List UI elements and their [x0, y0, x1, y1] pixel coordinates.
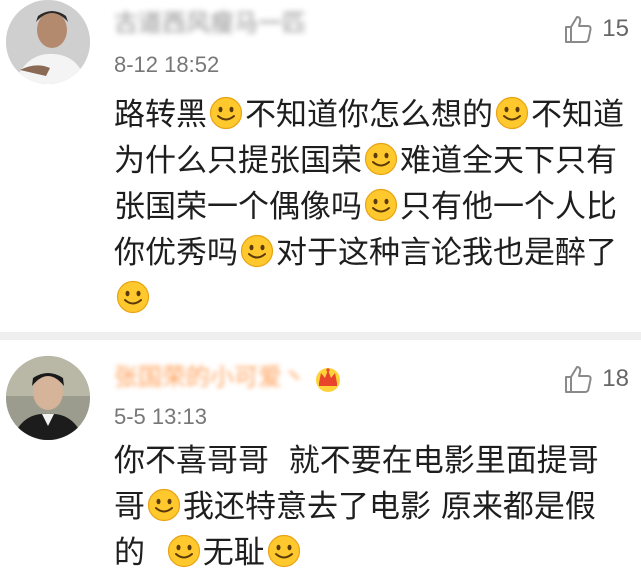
like-count: 18: [602, 365, 629, 392]
like-count: 15: [602, 15, 629, 42]
comment-item: 古道西风瘦马一匹 8-12 18:52 15 路转黑 不知道你怎么想的 不知道为什么…: [0, 0, 641, 332]
smile-emoji-icon: [495, 96, 529, 130]
smile-emoji-icon: [267, 534, 301, 568]
comment-text: 你不喜哥哥 就不要在电影里面提哥哥 我还特意去了电影 原来都是假的 无耻: [114, 438, 624, 576]
smile-emoji-icon: [209, 96, 243, 130]
avatar[interactable]: [6, 0, 90, 84]
comment-text-segment: 无耻: [202, 535, 265, 571]
avatar[interactable]: [6, 356, 90, 440]
smile-emoji-icon: [167, 534, 201, 568]
timestamp: 5-5 13:13: [114, 404, 207, 429]
comment-text-segment: 不知道你怎么想的: [245, 97, 493, 133]
comment-list: 古道西风瘦马一匹 8-12 18:52 15 路转黑 不知道你怎么想的 不知道为什么…: [0, 0, 641, 586]
smile-emoji-icon: [240, 234, 274, 268]
username-text: 张国荣的小可爱丶: [114, 363, 306, 391]
comment-text-segment: 对于这种言论我也是醉了: [276, 235, 617, 271]
comment-text: 路转黑 不知道你怎么想的 不知道为什么只提张国荣 难道全天下只有张国荣一个偶像吗 只有他…: [114, 92, 624, 322]
smile-emoji-icon: [364, 142, 398, 176]
smile-emoji-icon: [147, 488, 181, 522]
thumbs-up-icon: [565, 16, 592, 43]
smile-emoji-icon: [116, 280, 150, 314]
comment-divider: [0, 332, 641, 340]
like-button[interactable]: 18: [562, 362, 629, 396]
timestamp: 8-12 18:52: [114, 52, 220, 77]
username[interactable]: 张国荣的小可爱丶: [114, 362, 344, 392]
comment-text-segment: 路转黑: [114, 97, 207, 133]
smile-emoji-icon: [364, 188, 398, 222]
like-button[interactable]: 15: [562, 12, 629, 46]
crown-icon: [312, 364, 344, 392]
username[interactable]: 古道西风瘦马一匹: [114, 8, 306, 38]
comment-item: 张国荣的小可爱丶 5-5 13:13 18 你不喜哥哥 就不要在电影里面提哥哥我…: [0, 340, 641, 586]
thumbs-up-icon: [565, 366, 592, 393]
